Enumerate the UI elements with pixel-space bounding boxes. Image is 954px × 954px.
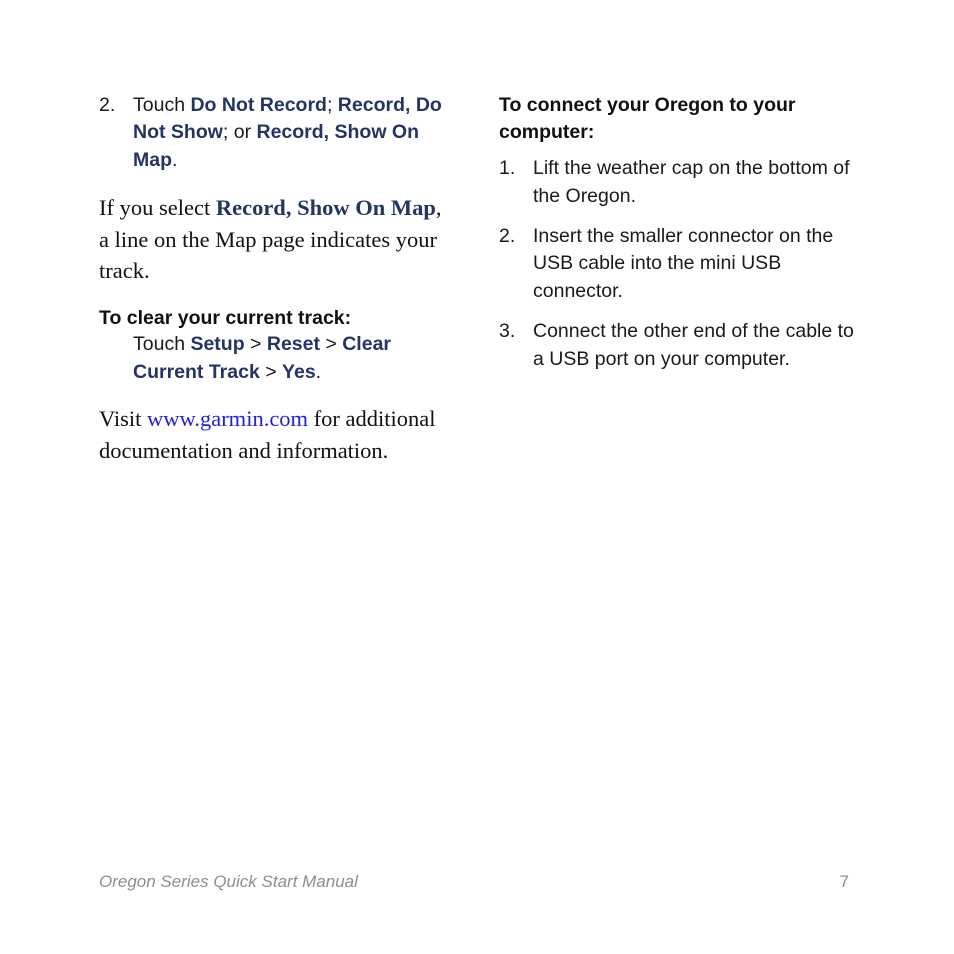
menu-path-reset: Reset [266,333,320,356]
paragraph-emphasis-record-show-on-map: Record, Show On Map [215,195,436,221]
list-item: 2. Touch Do Not Record; Record, Do Not S… [99,92,455,174]
footer-page-number: 7 [839,872,849,891]
list-item-number: 2. [99,94,116,116]
menu-arrow-1: > [244,333,267,356]
visit-paragraph: Visit www.garmin.com for additional docu… [99,403,455,466]
list-item-number: 3. [499,320,516,343]
menu-path-yes: Yes [282,360,316,383]
list-item-text: Lift the weather cap on the bottom of th… [533,157,850,207]
list-item-text: Touch Do Not Record; Record, Do Not Show… [133,92,455,174]
clear-track-instruction: Touch Setup > Reset > Clear Current Trac… [133,331,455,386]
step2-period: . [172,148,178,171]
garmin-website-link[interactable]: www.garmin.com [147,406,308,431]
list-item: 3. Connect the other end of the cable to… [499,318,855,373]
visit-part-1: Visit [99,406,148,432]
step2-lead: Touch [133,94,191,116]
left-ordered-list: 2. Touch Do Not Record; Record, Do Not S… [99,92,455,174]
list-item-number: 2. [499,225,516,247]
footer-title: Oregon Series Quick Start Manual [99,872,358,891]
right-column: To connect your Oregon to your computer:… [499,92,855,466]
list-item-number: 1. [499,157,516,180]
paragraph-part-1: If you select [99,195,216,221]
clear-track-period: . [315,360,322,383]
connect-oregon-heading: To connect your Oregon to your computer: [499,94,796,143]
clear-track-lead: Touch [133,333,191,356]
menu-arrow-3: > [259,360,283,383]
menu-path-setup: Setup [190,333,245,356]
manual-page: 2. Touch Do Not Record; Record, Do Not S… [0,0,954,954]
step2-separator-1: ; [326,94,338,116]
step2-option-do-not-record: Do Not Record [190,94,327,116]
record-show-paragraph: If you select Record, Show On Map, a lin… [99,192,455,287]
list-item: 1. Lift the weather cap on the bottom of… [499,155,855,210]
connect-steps-list: 1. Lift the weather cap on the bottom of… [499,155,855,373]
page-footer: Oregon Series Quick Start Manual 7 [99,872,849,892]
list-item-text: Insert the smaller connector on the USB … [533,225,834,302]
step2-separator-2: ; or [222,121,257,144]
menu-arrow-2: > [319,333,343,356]
clear-track-heading: To clear your current track: [99,306,352,329]
left-column: 2. Touch Do Not Record; Record, Do Not S… [99,92,455,466]
clear-track-section: To clear your current track: Touch Setup… [99,305,455,386]
two-column-layout: 2. Touch Do Not Record; Record, Do Not S… [99,92,855,466]
list-item: 2. Insert the smaller connector on the U… [499,223,855,305]
list-item-text: Connect the other end of the cable to a … [533,320,854,370]
